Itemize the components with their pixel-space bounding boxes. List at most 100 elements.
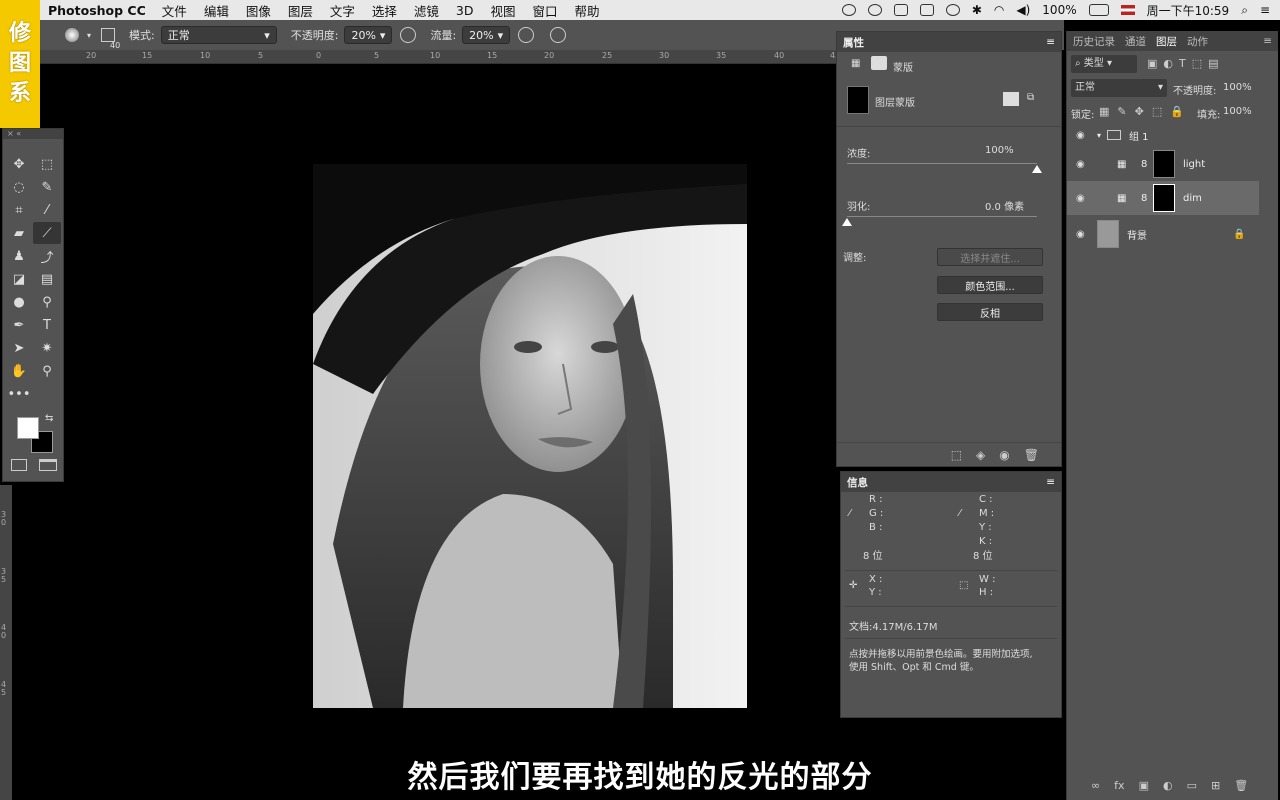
stamp-tool-icon[interactable]: ♟ [5,245,33,267]
screen-icon[interactable] [893,4,908,16]
swap-colors-icon[interactable]: ⇆ [45,413,53,424]
foreground-color-swatch[interactable] [17,417,39,439]
marquee-tool-icon[interactable]: ⬚ [33,153,61,175]
eye-icon[interactable]: ◉ [1076,159,1085,170]
fill-value[interactable]: 100% [1223,106,1252,117]
eye-icon[interactable]: ◉ [1076,193,1085,204]
type-tool-icon[interactable]: T [33,314,61,336]
menu-list-icon[interactable]: ≡ [1260,3,1270,17]
airplay-icon[interactable] [919,4,934,16]
cloud-icon[interactable] [867,4,882,16]
toolbox-header[interactable]: × « [3,129,63,139]
visibility-icon[interactable]: ◉ [999,448,1009,462]
flow-select[interactable]: 20% ▾ [462,26,511,44]
eye-icon[interactable]: ◉ [1076,229,1085,240]
hand-tool-icon[interactable]: ✋ [5,360,33,382]
healing-tool-icon[interactable]: ▰ [5,222,33,244]
wifi-icon[interactable]: ◠ [994,3,1004,17]
menu-file[interactable]: 文件 [162,1,187,20]
properties-tab[interactable]: 属性 ≡ [837,32,1061,52]
menu-window[interactable]: 窗口 [533,1,558,20]
panel-menu-icon[interactable]: ≡ [1046,476,1055,488]
brush-panel-icon[interactable] [101,28,116,42]
invert-button[interactable]: 反相 [937,303,1043,321]
layer-row-group[interactable]: ◉ ▾ 组 1 [1067,123,1259,147]
quick-select-tool-icon[interactable]: ✎ [33,176,61,198]
select-and-mask-button[interactable]: 选择并遮住... [937,248,1043,266]
brush-tool-icon[interactable]: ⟋ [33,222,61,244]
move-tool-icon[interactable]: ✥ [5,153,33,175]
tab-history[interactable]: 历史记录 [1073,34,1115,49]
history-brush-icon[interactable]: ⤴ [33,245,61,267]
path-select-icon[interactable]: ➤ [5,337,33,359]
canvas-photo[interactable] [313,164,747,708]
layer-row-light[interactable]: ◉ ▦ 8 light [1067,147,1259,181]
shape-tool-icon[interactable]: ✷ [33,337,61,359]
menu-edit[interactable]: 编辑 [204,1,229,20]
layer-thumbnail[interactable] [1097,220,1119,248]
search-icon[interactable]: ⌕ [1241,3,1248,18]
menu-image[interactable]: 图像 [246,1,271,20]
layer-row-background[interactable]: ◉ 背景 🔒 [1067,217,1259,251]
lock-icons[interactable]: ▦✎✥⬚🔒 [1099,105,1192,118]
trash-icon[interactable]: 🗑 [1024,448,1039,462]
gradient-tool-icon[interactable]: ▤ [33,268,61,290]
volume-icon[interactable]: ◀) [1016,3,1030,17]
eraser-tool-icon[interactable]: ◪ [5,268,33,290]
dodge-tool-icon[interactable]: ⚲ [33,291,61,313]
link-icon[interactable]: 8 [1141,159,1147,170]
panel-menu-icon[interactable]: ≡ [1263,35,1272,47]
mode-select[interactable]: 正常 ▾ [160,26,277,44]
more-tools-icon[interactable]: ••• [5,383,33,405]
battery-icon[interactable] [1088,4,1109,16]
lasso-tool-icon[interactable]: ◌ [5,176,33,198]
crop-tool-icon[interactable]: ⌗ [5,199,33,221]
panel-menu-icon[interactable]: ≡ [1046,36,1055,48]
filter-icons[interactable]: ▣◐T⬚▤ [1147,57,1225,70]
link-icon[interactable]: 8 [1141,193,1147,204]
pen-tool-icon[interactable]: ✒ [5,314,33,336]
feather-slider-track[interactable] [847,216,1037,217]
vector-mask-icon[interactable] [871,56,887,70]
tab-channels[interactable]: 通道 [1125,34,1146,49]
pixel-mask-icon[interactable]: ▦ [851,58,860,69]
density-value[interactable]: 100% [985,145,1014,156]
mask-thumbnail[interactable] [1153,150,1175,178]
record-icon[interactable] [841,4,856,16]
info-tab[interactable]: 信息 ≡ [841,472,1061,492]
feather-value[interactable]: 0.0 像素 [985,198,1024,213]
layer-row-dim[interactable]: ◉ ▦ 8 dim [1067,181,1259,215]
bluetooth-icon[interactable]: ✱ [972,3,982,17]
load-selection-icon[interactable]: ⬚ [951,448,962,462]
select-mask-icon[interactable] [1003,92,1019,106]
tab-layers[interactable]: 图层 [1156,34,1177,49]
blend-mode-select[interactable]: 正常 ▾ [1071,79,1167,97]
opacity-select[interactable]: 20% ▾ [344,26,393,44]
menu-help[interactable]: 帮助 [575,1,600,20]
blur-tool-icon[interactable]: ● [5,291,33,313]
screen-mode-icon[interactable] [39,459,57,471]
menu-filter[interactable]: 滤镜 [414,1,439,20]
feather-slider-thumb[interactable] [842,218,852,226]
eyedropper-tool-icon[interactable]: ⁄ [33,199,61,221]
flag-icon[interactable] [1120,5,1135,15]
menu-view[interactable]: 视图 [490,1,515,20]
chevron-down-icon[interactable]: ▾ [1097,131,1101,140]
apply-mask-icon[interactable]: ⧉ [1027,92,1034,103]
density-slider-thumb[interactable] [1032,165,1042,173]
menu-type[interactable]: 文字 [330,1,355,20]
color-range-button[interactable]: 颜色范围... [937,276,1043,294]
zoom-tool-icon[interactable]: ⚲ [33,360,61,382]
mask-thumbnail[interactable] [1153,184,1175,212]
pressure-opacity-icon[interactable] [400,27,417,43]
clock[interactable]: 周一下午10:59 [1147,2,1230,19]
app-menu[interactable]: Photoshop CC [48,3,146,18]
airbrush-icon[interactable] [518,27,535,43]
eye-icon[interactable]: ◉ [1076,130,1085,141]
menu-layer[interactable]: 图层 [288,1,313,20]
menu-3d[interactable]: 3D [456,3,474,18]
time-machine-icon[interactable] [945,4,960,16]
layer-filter-select[interactable]: ⌕ 类型 ▾ [1071,55,1137,73]
chevron-down-icon[interactable]: ▾ [87,31,91,40]
tab-actions[interactable]: 动作 [1187,34,1208,49]
